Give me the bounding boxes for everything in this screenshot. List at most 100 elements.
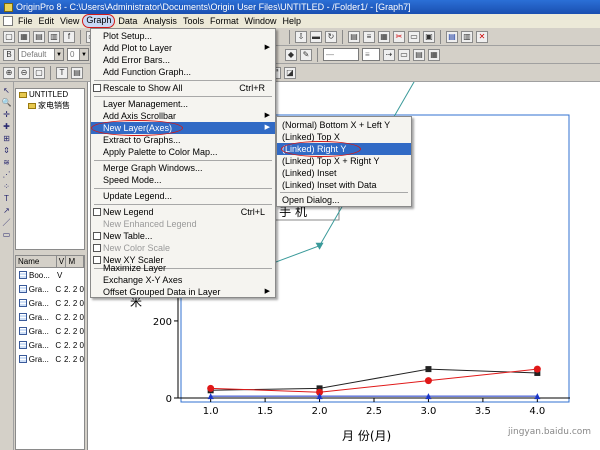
text-label[interactable]: - 手 机 xyxy=(271,205,307,219)
new-workbook-icon[interactable]: ▦ xyxy=(18,30,30,43)
bold-icon[interactable]: B xyxy=(3,48,15,61)
code-builder-icon[interactable]: ▦ xyxy=(378,30,390,43)
data-point[interactable] xyxy=(424,377,432,385)
new-graph-icon[interactable]: ▤ xyxy=(33,30,45,43)
list-item[interactable]: Gra... C 2. 2 0 xyxy=(16,296,84,310)
data-point[interactable] xyxy=(425,366,432,373)
line-style-combo[interactable]: — xyxy=(323,48,359,61)
font-combo[interactable]: Default ▼ xyxy=(18,48,64,61)
zoom-out-icon[interactable]: ⊖ xyxy=(18,66,30,79)
paste-icon[interactable]: ▣ xyxy=(423,30,435,43)
new-function-icon[interactable]: f xyxy=(63,30,75,43)
import-icon[interactable]: ⇩ xyxy=(295,30,307,43)
new-matrix-icon[interactable]: ▥ xyxy=(48,30,60,43)
add-layer-icon[interactable]: ▤ xyxy=(71,66,83,79)
layout-icon[interactable]: ▤ xyxy=(348,30,360,43)
scale-icon[interactable]: ✛ xyxy=(2,109,12,119)
project-explorer-icon[interactable]: ▤ xyxy=(446,30,458,43)
anti-alias-icon[interactable]: ◪ xyxy=(284,66,296,79)
menu-item-maximize-layer[interactable]: Maximize Layer xyxy=(91,262,275,274)
menu-item-add-function-graph[interactable]: Add Function Graph... xyxy=(91,66,275,78)
zoom-icon[interactable]: 🔍 xyxy=(2,97,12,107)
menu-item-update-legend[interactable]: Update Legend... xyxy=(91,190,275,202)
menu-item-rescale[interactable]: Rescale to Show All Ctrl+R xyxy=(91,82,275,94)
menu-file[interactable]: File xyxy=(15,14,36,28)
menu-view[interactable]: View xyxy=(57,14,82,28)
text-tool-icon[interactable]: T xyxy=(2,193,12,203)
data-selector-icon[interactable]: ⇕ xyxy=(2,145,12,155)
screen-reader-icon[interactable]: ✚ xyxy=(2,121,12,131)
arrow-style-icon[interactable]: ⇢ xyxy=(383,48,395,61)
menu-item-extract-to-graphs[interactable]: Extract to Graphs... xyxy=(91,134,275,146)
menu-window[interactable]: Window xyxy=(241,14,279,28)
menu-item-exchange-xy-axes[interactable]: Exchange X-Y Axes xyxy=(91,274,275,286)
print-icon[interactable]: ▬ xyxy=(310,30,322,43)
arrow-tool-icon[interactable]: ↗ xyxy=(2,205,12,215)
column-name[interactable]: Name xyxy=(16,256,57,267)
menu-item-layer-management[interactable]: Layer Management... xyxy=(91,98,275,110)
series-line-2[interactable] xyxy=(210,368,538,391)
line-width-combo[interactable]: ≡ xyxy=(362,48,380,61)
cut-icon[interactable]: ✂ xyxy=(393,30,405,43)
menu-format[interactable]: Format xyxy=(207,14,242,28)
submenu-item-normal-bottom-x-left-y[interactable]: (Normal) Bottom X + Left Y xyxy=(277,119,411,131)
line-tool-icon[interactable]: ／ xyxy=(2,217,12,227)
copy-icon[interactable]: ▭ xyxy=(408,30,420,43)
column-v[interactable]: V xyxy=(57,256,67,267)
menu-item-new-legend[interactable]: New Legend Ctrl+L xyxy=(91,206,275,218)
document-icon[interactable] xyxy=(3,16,13,26)
whole-page-icon[interactable]: ▢ xyxy=(33,66,45,79)
menu-item-new-table[interactable]: New Table... xyxy=(91,230,275,242)
menu-item-speed-mode[interactable]: Speed Mode... xyxy=(91,174,275,186)
menu-item-plot-setup[interactable]: Plot Setup... xyxy=(91,30,275,42)
fill-color-icon[interactable]: ◆ xyxy=(285,48,297,61)
shape-icon[interactable]: ▭ xyxy=(398,48,410,61)
pointer-icon[interactable]: ↖ xyxy=(2,85,12,95)
series-line-3[interactable] xyxy=(210,368,538,393)
menu-item-apply-palette[interactable]: Apply Palette to Color Map... xyxy=(91,146,275,158)
list-item[interactable]: Boo... V xyxy=(16,268,84,282)
list-item[interactable]: Gra... C 2. 2 0 xyxy=(16,324,84,338)
menu-item-merge-graph-windows[interactable]: Merge Graph Windows... xyxy=(91,162,275,174)
region-icon[interactable]: ≋ xyxy=(2,157,12,167)
submenu-item-linked-top-x-right-y[interactable]: (Linked) Top X + Right Y xyxy=(277,155,411,167)
refresh-icon[interactable]: ↻ xyxy=(325,30,337,43)
menu-graph[interactable]: Graph xyxy=(82,14,116,28)
data-point[interactable] xyxy=(315,242,324,250)
menu-help[interactable]: Help xyxy=(279,14,304,28)
menu-item-add-plot-to-layer[interactable]: Add Plot to Layer ▶ xyxy=(91,42,275,54)
list-item[interactable]: Gra... C 2. 2 0 xyxy=(16,352,84,366)
mask-icon[interactable]: ⁘ xyxy=(2,181,12,191)
tree-folder[interactable]: 家电销售 xyxy=(16,100,84,111)
menu-analysis[interactable]: Analysis xyxy=(140,14,180,28)
menu-edit[interactable]: Edit xyxy=(36,14,58,28)
submenu-item-linked-inset[interactable]: (Linked) Inset xyxy=(277,167,411,179)
align-icon[interactable]: ▤ xyxy=(413,48,425,61)
data-point[interactable] xyxy=(207,384,215,392)
submenu-item-linked-top-x[interactable]: (Linked) Top X xyxy=(277,131,411,143)
command-window-icon[interactable]: ▥ xyxy=(461,30,473,43)
menu-data[interactable]: Data xyxy=(115,14,140,28)
submenu-item-open-dialog[interactable]: Open Dialog... xyxy=(277,194,411,206)
menu-item-offset-grouped-data[interactable]: Offset Grouped Data in Layer ▶ xyxy=(91,286,275,298)
rectangle-tool-icon[interactable]: ▭ xyxy=(2,229,12,239)
group-icon[interactable]: ▦ xyxy=(428,48,440,61)
list-item[interactable]: Gra... C 2. 2 0 xyxy=(16,310,84,324)
font-size-combo[interactable]: 0 ▼ xyxy=(67,48,89,61)
new-project-icon[interactable]: ▢ xyxy=(3,30,15,43)
tree-root[interactable]: UNTITLED xyxy=(16,89,84,100)
list-item[interactable]: Gra... C 2. 2 0 xyxy=(16,338,84,352)
results-log-icon[interactable]: ≡ xyxy=(363,30,375,43)
close-icon[interactable]: ✕ xyxy=(476,30,488,43)
line-color-icon[interactable]: ✎ xyxy=(300,48,312,61)
menu-item-add-error-bars[interactable]: Add Error Bars... xyxy=(91,54,275,66)
data-point[interactable] xyxy=(533,365,541,373)
add-text-icon[interactable]: T xyxy=(56,66,68,79)
zoom-in-icon[interactable]: ⊕ xyxy=(3,66,15,79)
list-item[interactable]: Gra... C 2. 2 0 xyxy=(16,282,84,296)
column-m[interactable]: M xyxy=(66,256,84,267)
submenu-item-linked-inset-with-data[interactable]: (Linked) Inset with Data xyxy=(277,179,411,191)
data-reader-icon[interactable]: ⊞ xyxy=(2,133,12,143)
menu-tools[interactable]: Tools xyxy=(180,14,207,28)
draw-data-icon[interactable]: ⋰ xyxy=(2,169,12,179)
